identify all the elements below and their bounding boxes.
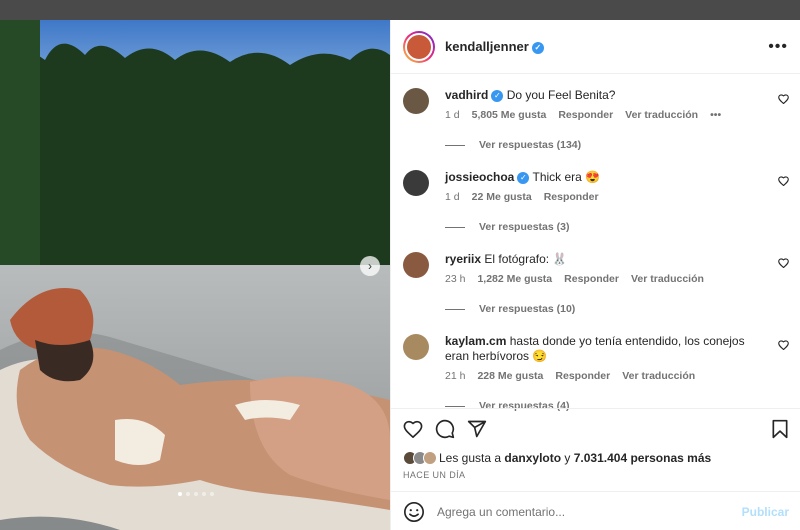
commenter-username[interactable]: kaylam.cm (445, 334, 506, 348)
carousel-dots (178, 492, 214, 496)
share-send-icon[interactable] (467, 419, 487, 439)
carousel-dot (186, 492, 190, 496)
post-photo[interactable]: › (0, 20, 390, 530)
post-footer: Les gusta a danxyloto y 7.031.404 person… (391, 408, 800, 522)
comment-text: kaylam.cm hasta donde yo tenía entendido… (445, 334, 765, 364)
comment-like-heart-icon[interactable] (778, 258, 789, 268)
comment-like-heart-icon[interactable] (778, 340, 789, 350)
action-bar (391, 409, 800, 449)
more-options-icon[interactable]: ••• (768, 38, 788, 56)
comment-content: El fotógrafo: 🐰 (484, 252, 568, 266)
comment-meta: 1 d 22 Me gusta Responder (445, 191, 789, 203)
verified-badge-icon: ✓ (531, 41, 544, 54)
comment-content: Do you Feel Benita? (506, 88, 616, 102)
comment-input[interactable] (437, 504, 742, 519)
publish-button[interactable]: Publicar (742, 505, 789, 519)
comment-item: jossieochoa ✓ Thick era 😍 1 d 22 Me gusta… (403, 170, 789, 233)
commenter-avatar[interactable] (403, 88, 429, 114)
photo-illustration (0, 20, 390, 530)
view-replies-button[interactable]: Ver respuestas (10) (445, 303, 789, 315)
comment-meta: 23 h 1,282 Me gusta Responder Ver traduc… (445, 273, 789, 285)
comment-time[interactable]: 1 d (445, 109, 460, 121)
replies-divider (445, 226, 465, 228)
translate-button[interactable]: Ver traducción (631, 273, 704, 285)
view-replies-label[interactable]: Ver respuestas (10) (479, 303, 575, 315)
next-photo-button[interactable]: › (360, 256, 380, 276)
commenter-avatar[interactable] (403, 170, 429, 196)
view-replies-label[interactable]: Ver respuestas (3) (479, 221, 569, 233)
comment-meta: 1 d 5,805 Me gusta Responder Ver traducc… (445, 109, 789, 121)
commenter-username[interactable]: vadhird (445, 88, 488, 102)
comment-like-heart-icon[interactable] (778, 94, 789, 104)
post-details-panel: kendalljenner ✓ ••• vadhird ✓ Do you Feel … (390, 20, 800, 530)
verified-badge-icon: ✓ (517, 171, 530, 184)
author-avatar[interactable] (403, 30, 435, 63)
liker-avatars (403, 451, 437, 465)
reply-button[interactable]: Responder (555, 370, 610, 382)
comment-likes[interactable]: 5,805 Me gusta (472, 109, 547, 121)
author-name-text[interactable]: kendalljenner (445, 39, 529, 54)
carousel-dot (178, 492, 182, 496)
view-replies-label[interactable]: Ver respuestas (134) (479, 139, 581, 151)
comment-icon[interactable] (435, 419, 455, 439)
post-date: HACE UN DÍA (403, 470, 466, 480)
likes-summary: Les gusta a danxyloto y 7.031.404 person… (391, 449, 800, 467)
comment-likes[interactable]: 1,282 Me gusta (477, 273, 552, 285)
comment-item: kaylam.cm hasta donde yo tenía entendido… (403, 334, 789, 412)
comment-more-icon[interactable]: ••• (710, 109, 721, 121)
comment-time[interactable]: 21 h (445, 370, 465, 382)
comment-likes[interactable]: 228 Me gusta (477, 370, 543, 382)
commenter-username[interactable]: jossieochoa (445, 170, 514, 184)
likes-user[interactable]: danxyloto (504, 451, 561, 465)
post-header: kendalljenner ✓ ••• (391, 20, 800, 74)
comment-text: jossieochoa ✓ Thick era 😍 (445, 170, 765, 185)
comment-item: vadhird ✓ Do you Feel Benita? 1 d 5,805 M… (403, 88, 789, 151)
carousel-dot (202, 492, 206, 496)
replies-divider (445, 405, 465, 407)
comment-likes[interactable]: 22 Me gusta (472, 191, 532, 203)
carousel-dot (194, 492, 198, 496)
likes-prefix: Les gusta a (439, 451, 505, 465)
comment-time[interactable]: 23 h (445, 273, 465, 285)
translate-button[interactable]: Ver traducción (622, 370, 695, 382)
commenter-avatar[interactable] (403, 334, 429, 360)
verified-badge-icon: ✓ (491, 89, 504, 102)
like-heart-icon[interactable] (403, 420, 423, 438)
comment-composer: Publicar (391, 491, 800, 530)
translate-button[interactable]: Ver traducción (625, 109, 698, 121)
comment-like-heart-icon[interactable] (778, 176, 789, 186)
save-bookmark-icon[interactable] (771, 419, 789, 439)
liker-avatar (423, 451, 437, 465)
emoji-smile-icon[interactable] (403, 501, 425, 523)
likes-middle: y (561, 451, 574, 465)
replies-divider (445, 144, 465, 146)
post-modal: › kendalljenner ✓ ••• vadhird ✓ Do you Fee… (0, 20, 800, 530)
reply-button[interactable]: Responder (558, 109, 613, 121)
comment-item: ryeriix El fotógrafo: 🐰 23 h 1,282 Me gu… (403, 252, 789, 315)
carousel-dot (210, 492, 214, 496)
comment-meta: 21 h 228 Me gusta Responder Ver traducci… (445, 370, 789, 382)
commenter-username[interactable]: ryeriix (445, 252, 481, 266)
author-username[interactable]: kendalljenner ✓ (445, 39, 544, 54)
likes-count[interactable]: 7.031.404 personas más (574, 451, 711, 465)
commenter-avatar[interactable] (403, 252, 429, 278)
replies-divider (445, 308, 465, 310)
view-replies-button[interactable]: Ver respuestas (134) (445, 139, 789, 151)
comment-text: ryeriix El fotógrafo: 🐰 (445, 252, 765, 267)
comment-time[interactable]: 1 d (445, 191, 460, 203)
comment-text: vadhird ✓ Do you Feel Benita? (445, 88, 765, 103)
comment-content: Thick era 😍 (532, 170, 601, 184)
reply-button[interactable]: Responder (544, 191, 599, 203)
view-replies-button[interactable]: Ver respuestas (3) (445, 221, 789, 233)
reply-button[interactable]: Responder (564, 273, 619, 285)
